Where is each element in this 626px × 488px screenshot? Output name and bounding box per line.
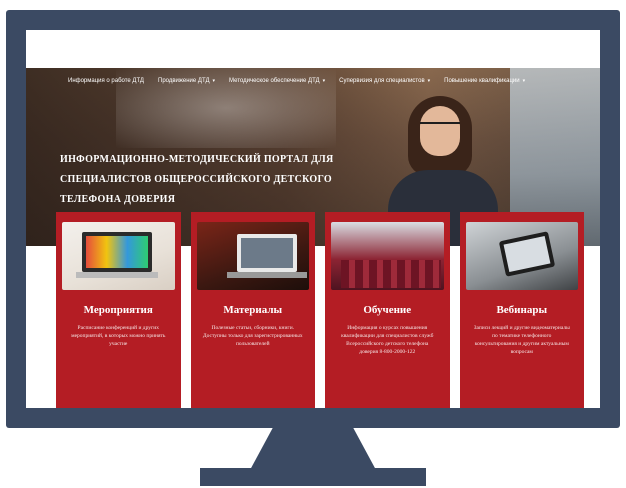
nav-item-supervision[interactable]: Супервизия для специалистов ▾ bbox=[339, 78, 430, 84]
page-title: Информационно-методический портал для сп… bbox=[60, 154, 334, 205]
main-nav: Информация о работе ДТД Продвижение ДТД … bbox=[26, 68, 600, 94]
card-webinars[interactable]: Вебинары Записи лекций и другие видеомат… bbox=[459, 212, 584, 408]
card-training[interactable]: Обучение Информация о курсах повышения к… bbox=[325, 212, 450, 408]
chevron-down-icon: ▾ bbox=[522, 78, 526, 84]
card-description: Расписание конференций и других мероприя… bbox=[71, 325, 166, 347]
chevron-down-icon: ▾ bbox=[427, 78, 431, 84]
card-title: Вебинары bbox=[496, 304, 548, 316]
card-description: Записи лекций и другие видеоматериалы по… bbox=[473, 325, 570, 355]
card-title: Материалы bbox=[223, 304, 283, 316]
card-description: Полезные статьи, сборники, книги. Доступ… bbox=[202, 325, 303, 347]
nav-item-promotion[interactable]: Продвижение ДТД ▾ bbox=[158, 78, 215, 84]
nav-item-training[interactable]: Повышение квалификации ▾ bbox=[444, 78, 525, 84]
card-events[interactable]: Мероприятия Расписание конференций и дру… bbox=[56, 212, 181, 408]
card-description: Информация о курсах повышения квалификац… bbox=[341, 325, 434, 355]
monitor-stand bbox=[250, 428, 376, 470]
laptop-on-desk-image bbox=[196, 222, 309, 290]
nav-item-methods[interactable]: Методическое обеспечение ДТД ▾ bbox=[229, 78, 325, 84]
laptop-with-photos-image bbox=[62, 222, 175, 290]
chevron-down-icon: ▾ bbox=[322, 78, 326, 84]
tablet-in-hands-image bbox=[465, 222, 578, 290]
conference-hall-image bbox=[331, 222, 444, 290]
monitor-base bbox=[200, 468, 426, 486]
screen: Информация о работе ДТД Продвижение ДТД … bbox=[26, 30, 600, 408]
cards-row: Мероприятия Расписание конференций и дру… bbox=[56, 212, 584, 408]
card-materials[interactable]: Материалы Полезные статьи, сборники, кни… bbox=[190, 212, 315, 408]
chevron-down-icon: ▾ bbox=[212, 78, 216, 84]
card-title: Обучение bbox=[363, 304, 412, 316]
card-title: Мероприятия bbox=[83, 304, 153, 316]
monitor-frame: Информация о работе ДТД Продвижение ДТД … bbox=[6, 10, 620, 428]
nav-item-info[interactable]: Информация о работе ДТД bbox=[68, 78, 144, 84]
